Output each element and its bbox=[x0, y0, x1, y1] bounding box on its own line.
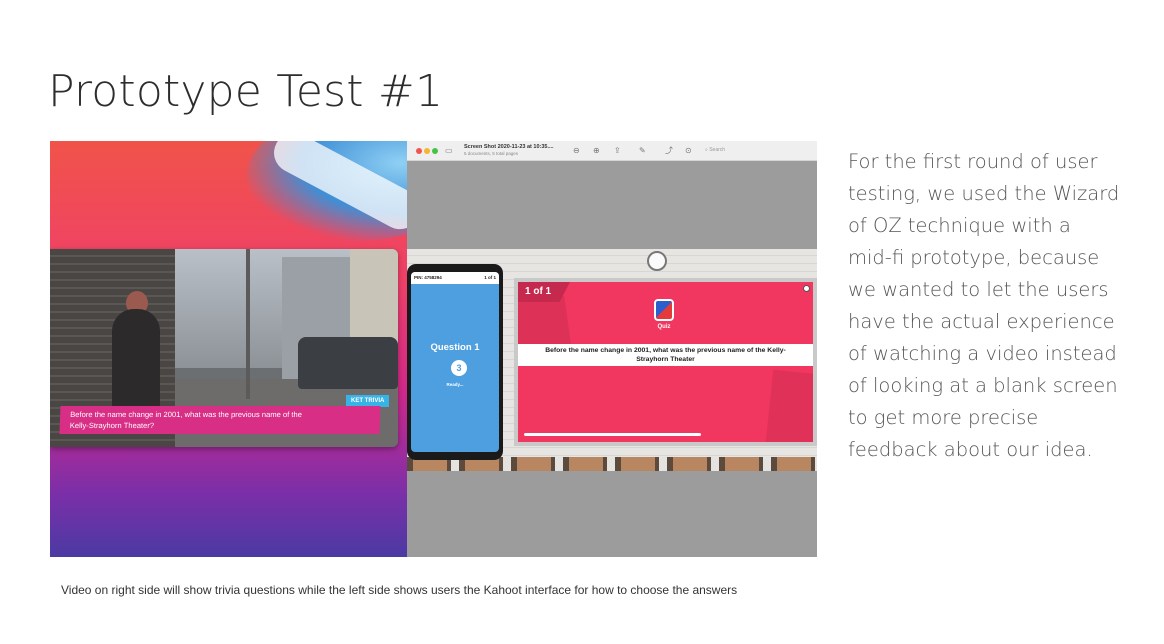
video-truck bbox=[298, 337, 398, 389]
description-line: of looking at a blank screen bbox=[848, 374, 1118, 397]
close-window-button[interactable] bbox=[416, 148, 422, 154]
description-line: we wanted to let the users bbox=[848, 278, 1109, 301]
board-question-line: Strayhorn Theater bbox=[636, 356, 695, 363]
prototype-screenshot: KET TRIVIA Before the name change in 200… bbox=[50, 141, 817, 557]
figure-caption: Video on right side will show trivia que… bbox=[61, 583, 738, 597]
description-line: mid-fi prototype, because bbox=[848, 246, 1100, 269]
countdown-timer: 3 bbox=[451, 360, 467, 376]
description-text: For the first round of user testing, we … bbox=[848, 146, 1148, 466]
description-line: For the first round of user bbox=[848, 150, 1098, 173]
board-question: Before the name change in 2001, what was… bbox=[518, 344, 813, 366]
phone-status-bar: PIN: 4758294 1 of 1 bbox=[411, 272, 499, 284]
board-decoration bbox=[764, 369, 813, 442]
video-pole bbox=[246, 249, 250, 399]
question-count: 1 of 1 bbox=[484, 275, 496, 280]
kahoot-quiz-board: 1 of 1 Quiz Before the name change in 20… bbox=[514, 278, 817, 446]
phone-screen[interactable]: PIN: 4758294 1 of 1 Question 1 3 Ready..… bbox=[411, 272, 499, 452]
board-question-line: Before the name change in 2001, what was… bbox=[545, 347, 786, 354]
zoom-window-button[interactable] bbox=[432, 148, 438, 154]
desktop-wallpaper: KET TRIVIA Before the name change in 200… bbox=[50, 141, 407, 557]
video-person bbox=[112, 309, 160, 419]
page-title: Prototype Test #1 bbox=[48, 66, 444, 117]
description-line: have the actual experience bbox=[848, 310, 1115, 333]
board-close-icon[interactable] bbox=[803, 285, 810, 292]
description-line: of OZ technique with a bbox=[848, 214, 1071, 237]
window-subtitle: 5 documents, 5 total pages bbox=[464, 151, 519, 156]
trivia-video-player[interactable]: KET TRIVIA Before the name change in 200… bbox=[50, 249, 398, 447]
zoom-in-icon[interactable]: ⊕ bbox=[593, 146, 600, 156]
quiz-label: Quiz bbox=[657, 324, 671, 330]
window-toolbar: ▭ Screen Shot 2020-11-23 at 10:35.... 5 … bbox=[407, 141, 817, 161]
description-line: of watching a video instead bbox=[848, 342, 1117, 365]
quiz-board-screen: 1 of 1 Quiz Before the name change in 20… bbox=[518, 282, 813, 442]
description-line: testing, we used the Wizard bbox=[848, 182, 1120, 205]
annotate-icon[interactable]: ⊙ bbox=[685, 146, 692, 156]
search-field[interactable]: ⌕ Search bbox=[705, 147, 725, 153]
phone-status-text: Ready... bbox=[446, 382, 464, 387]
kahoot-phone-mockup: PIN: 4758294 1 of 1 Question 1 3 Ready..… bbox=[407, 264, 503, 460]
phone-question-label: Question 1 bbox=[430, 342, 480, 353]
rotate-icon[interactable]: ⤴ bbox=[665, 146, 673, 156]
quiz-icon bbox=[654, 299, 674, 321]
markup-icon[interactable]: ✎ bbox=[639, 146, 646, 156]
board-progress-bar bbox=[524, 433, 701, 436]
window-title: Screen Shot 2020-11-23 at 10:35.... bbox=[464, 144, 554, 150]
sidebar-toggle-icon[interactable]: ▭ bbox=[445, 146, 453, 156]
preview-window: ▭ Screen Shot 2020-11-23 at 10:35.... 5 … bbox=[407, 141, 817, 557]
search-placeholder: Search bbox=[709, 147, 726, 153]
minimize-window-button[interactable] bbox=[424, 148, 430, 154]
description-line: feedback about our idea. bbox=[848, 438, 1093, 461]
zoom-out-icon[interactable]: ⊖ bbox=[573, 146, 580, 156]
share-icon[interactable]: ⇪ bbox=[614, 146, 621, 156]
video-question-line: Kelly-Strayhorn Theater? bbox=[69, 420, 155, 430]
clock-icon bbox=[647, 251, 667, 271]
video-question-banner: Before the name change in 2001, what was… bbox=[59, 406, 381, 434]
video-question-line: Before the name change in 2001, what was… bbox=[70, 410, 303, 419]
game-pin: PIN: 4758294 bbox=[414, 275, 442, 280]
description-line: to get more precise bbox=[848, 406, 1039, 429]
